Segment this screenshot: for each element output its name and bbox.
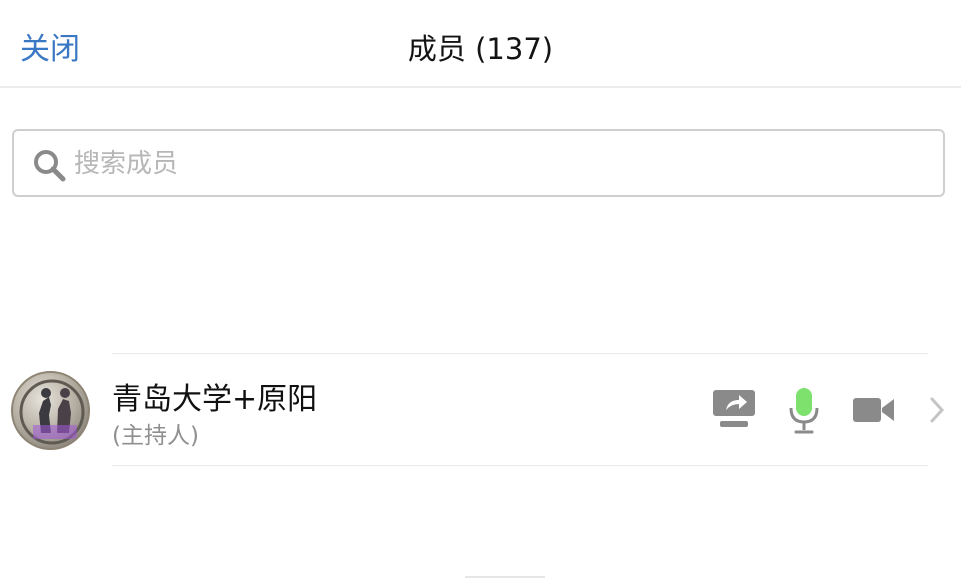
- share-screen-icon[interactable]: [712, 388, 756, 432]
- header-bar: 关闭 成员 (137): [0, 0, 961, 88]
- search-box[interactable]: [12, 129, 945, 197]
- page-title: 成员 (137): [407, 32, 554, 66]
- video-camera-icon[interactable]: [852, 396, 896, 424]
- avatar: [11, 371, 90, 450]
- avatar-image: [19, 379, 85, 445]
- search-icon: [34, 150, 66, 182]
- member-row[interactable]: 青岛大学+原阳 (主持人): [0, 354, 961, 466]
- member-name: 青岛大学+原阳: [112, 382, 318, 417]
- home-indicator: [465, 576, 545, 578]
- search-input[interactable]: [72, 143, 896, 185]
- member-role: (主持人): [112, 423, 199, 449]
- chevron-right-icon[interactable]: [928, 396, 946, 424]
- microphone-icon[interactable]: [788, 386, 820, 434]
- divider-bottom: [112, 465, 928, 466]
